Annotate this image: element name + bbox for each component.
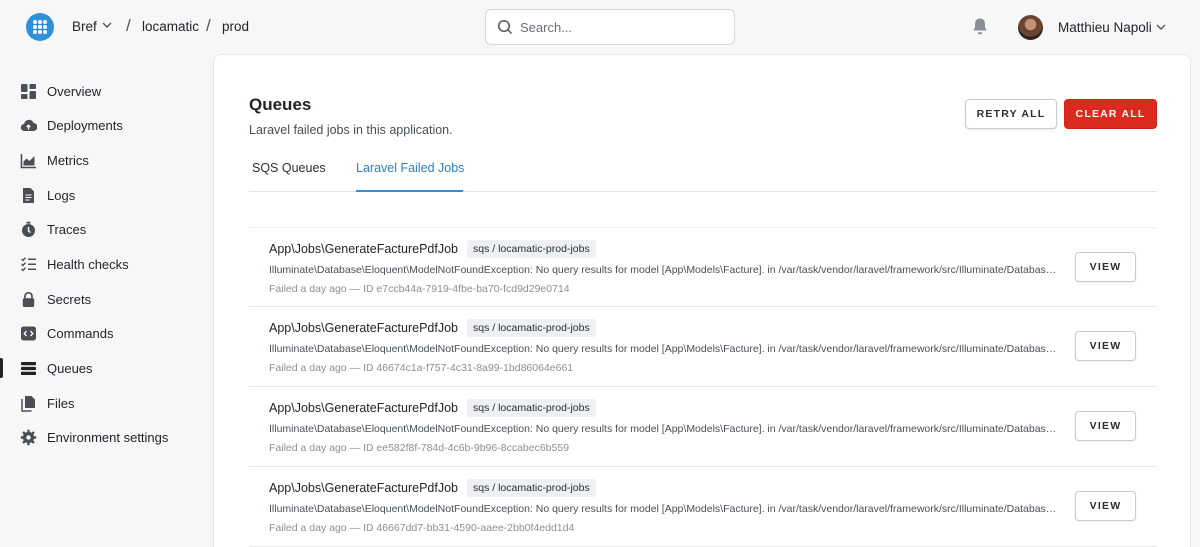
chevron-down-icon[interactable]	[102, 22, 112, 29]
job-name: App\Jobs\GenerateFacturePdfJob	[269, 481, 459, 495]
breadcrumb-separator: /	[206, 16, 211, 35]
sidebar-item-label: Commands	[47, 326, 114, 341]
sidebar-item-traces[interactable]: Traces	[0, 214, 212, 244]
page-title: Queues	[249, 95, 312, 114]
sidebar-item-environment-settings[interactable]: Environment settings	[0, 422, 212, 452]
page-subtitle: Laravel failed jobs in this application.	[249, 123, 453, 137]
sidebar-item-logs[interactable]: Logs	[0, 180, 212, 210]
job-meta: Failed a day ago — ID 46674c1a-f757-4c31…	[269, 362, 574, 374]
tab-bar: SQS Queues Laravel Failed Jobs	[249, 159, 1157, 192]
sidebar-item-health-checks[interactable]: Health checks	[0, 249, 212, 279]
view-button[interactable]: VIEW	[1075, 491, 1136, 521]
job-error: Illuminate\Database\Eloquent\ModelNotFou…	[269, 264, 1059, 276]
job-error: Illuminate\Database\Eloquent\ModelNotFou…	[269, 503, 1059, 515]
active-indicator	[0, 358, 3, 378]
sidebar-item-label: Health checks	[47, 257, 129, 272]
sidebar-item-label: Queues	[47, 361, 93, 376]
cloud-upload-icon	[20, 119, 37, 132]
tab-sqs-queues[interactable]: SQS Queues	[252, 161, 326, 175]
view-button[interactable]: VIEW	[1075, 331, 1136, 361]
search-icon	[497, 19, 513, 35]
dashboard-icon	[21, 84, 36, 99]
sidebar-item-label: Environment settings	[47, 430, 169, 445]
sidebar-item-commands[interactable]: Commands	[0, 318, 212, 348]
sidebar-item-metrics[interactable]: Metrics	[0, 145, 212, 175]
sidebar-item-label: Logs	[47, 188, 76, 203]
job-meta: Failed a day ago — ID 46667dd7-bb31-4590…	[269, 522, 575, 534]
active-tab-indicator	[356, 190, 463, 192]
clear-all-button[interactable]: CLEAR ALL	[1064, 99, 1157, 129]
queue-badge: sqs / locamatic-prod-jobs	[467, 399, 596, 417]
breadcrumb-separator: /	[126, 16, 131, 35]
lock-icon	[22, 291, 35, 307]
bref-logo-icon[interactable]	[26, 13, 54, 41]
chevron-down-icon[interactable]	[1156, 24, 1166, 31]
queue-badge: sqs / locamatic-prod-jobs	[467, 240, 596, 258]
tab-laravel-failed-jobs[interactable]: Laravel Failed Jobs	[356, 161, 464, 175]
sidebar-item-label: Files	[47, 396, 75, 411]
list-item: App\Jobs\GenerateFacturePdfJob sqs / loc…	[249, 227, 1157, 307]
retry-all-button[interactable]: RETRY ALL	[965, 99, 1057, 129]
sidebar-item-label: Secrets	[47, 292, 92, 307]
job-error: Illuminate\Database\Eloquent\ModelNotFou…	[269, 343, 1059, 355]
search-input[interactable]: Search...	[485, 9, 735, 45]
job-meta: Failed a day ago — ID e7ccb44a-7919-4fbe…	[269, 283, 570, 295]
bell-icon[interactable]	[971, 17, 989, 36]
chart-icon	[20, 154, 36, 169]
avatar[interactable]	[1018, 15, 1043, 40]
job-name: App\Jobs\GenerateFacturePdfJob	[269, 242, 459, 256]
job-meta: Failed a day ago — ID ee582f8f-784d-4c6b…	[269, 442, 570, 454]
job-name: App\Jobs\GenerateFacturePdfJob	[269, 321, 459, 335]
files-icon	[21, 396, 35, 412]
sidebar-item-secrets[interactable]: Secrets	[0, 284, 212, 314]
breadcrumb-app[interactable]: locamatic	[142, 19, 199, 34]
document-icon	[23, 188, 34, 203]
terminal-icon	[21, 326, 36, 341]
queue-icon	[21, 362, 36, 375]
list-item: App\Jobs\GenerateFacturePdfJob sqs / loc…	[249, 387, 1157, 467]
sidebar-item-queues[interactable]: Queues	[0, 353, 212, 383]
sidebar-item-label: Traces	[47, 222, 87, 237]
sidebar-item-files[interactable]: Files	[0, 388, 212, 418]
top-bar: Bref / locamatic / prod Search... Matthi…	[0, 0, 1200, 54]
gear-icon	[20, 429, 37, 446]
user-name[interactable]: Matthieu Napoli	[1058, 20, 1152, 35]
sidebar-item-label: Metrics	[47, 153, 89, 168]
sidebar-item-deployments[interactable]: Deployments	[0, 110, 212, 140]
queue-badge: sqs / locamatic-prod-jobs	[467, 319, 596, 337]
main-panel: Queues Laravel failed jobs in this appli…	[213, 54, 1191, 547]
breadcrumb-env[interactable]: prod	[222, 19, 249, 34]
search-placeholder: Search...	[520, 20, 573, 35]
job-name: App\Jobs\GenerateFacturePdfJob	[269, 401, 459, 415]
view-button[interactable]: VIEW	[1075, 252, 1136, 282]
job-error: Illuminate\Database\Eloquent\ModelNotFou…	[269, 423, 1059, 435]
view-button[interactable]: VIEW	[1075, 411, 1136, 441]
queue-badge: sqs / locamatic-prod-jobs	[467, 479, 596, 497]
checklist-icon	[21, 257, 36, 272]
sidebar-item-label: Overview	[47, 84, 102, 99]
sidebar-item-label: Deployments	[47, 118, 123, 133]
sidebar-item-overview[interactable]: Overview	[0, 76, 212, 106]
stopwatch-icon	[22, 221, 35, 237]
list-item: App\Jobs\GenerateFacturePdfJob sqs / loc…	[249, 467, 1157, 547]
list-item: App\Jobs\GenerateFacturePdfJob sqs / loc…	[249, 307, 1157, 387]
breadcrumb-org[interactable]: Bref	[72, 19, 97, 34]
